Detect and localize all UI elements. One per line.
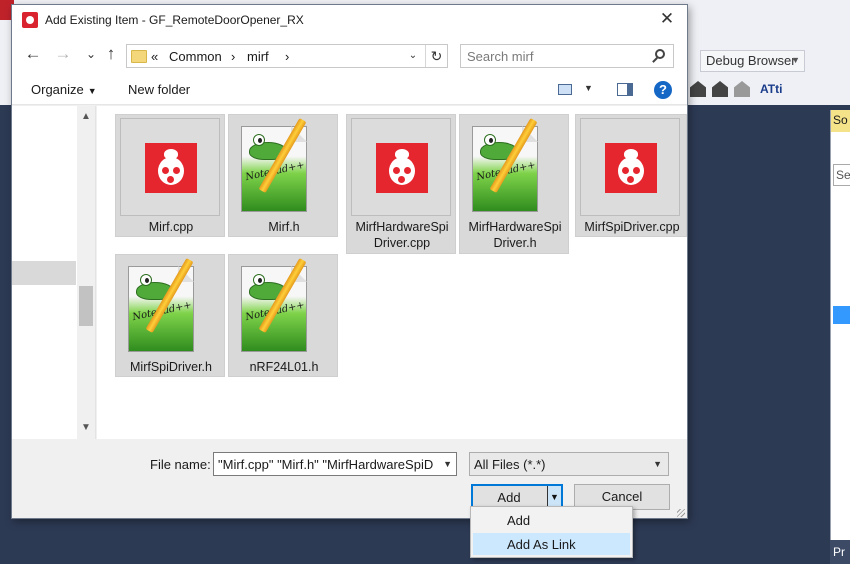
solution-explorer-search[interactable]: Se xyxy=(833,164,850,186)
notepad-plus-plus-icon: Notepad++ xyxy=(233,258,333,356)
notepad-plus-plus-icon: Notepad++ xyxy=(233,118,333,216)
solution-explorer-panel: So Se xyxy=(830,110,850,540)
dialog-title: Add Existing Item - GF_RemoteDoorOpener_… xyxy=(45,13,304,27)
preview-pane-icon[interactable] xyxy=(617,83,633,96)
scroll-thumb[interactable] xyxy=(79,286,93,326)
ide-toolbar: Debug Browser ▼ ATti xyxy=(686,44,850,104)
recent-locations-button[interactable]: ⌄ xyxy=(82,45,100,63)
menu-item-add[interactable]: Add xyxy=(473,509,630,531)
atmel-studio-icon xyxy=(580,118,680,216)
file-item-mirf-cpp[interactable]: Mirf.cpp xyxy=(115,114,225,237)
file-list: Mirf.cpp Notepad++ Mirf.h MirfHardwareSp… xyxy=(97,106,687,439)
atmel-studio-icon xyxy=(22,12,38,28)
search-icon[interactable] xyxy=(655,49,665,59)
forward-button[interactable]: → xyxy=(54,45,72,63)
title-bar: Add Existing Item - GF_RemoteDoorOpener_… xyxy=(12,5,687,35)
chevron-down-icon[interactable]: ▼ xyxy=(584,83,593,93)
change-view-icon[interactable] xyxy=(558,84,572,95)
chevron-down-icon: ▼ xyxy=(791,55,800,65)
properties-tab[interactable]: Pr xyxy=(830,540,850,564)
chevron-down-icon[interactable]: ▼ xyxy=(443,459,452,469)
breadcrumb-common[interactable]: Common xyxy=(169,49,222,64)
menu-item-add-as-link[interactable]: Add As Link xyxy=(473,533,630,555)
debug-browser-label: Debug Browser xyxy=(706,53,796,68)
chevron-down-icon: ▼ xyxy=(87,86,97,96)
up-button[interactable]: ↑ xyxy=(102,45,120,63)
file-label-line2: Driver.h xyxy=(493,236,537,250)
refresh-button[interactable]: ↻ xyxy=(425,45,447,67)
file-item-mirfspidriver-cpp[interactable]: MirfSpiDriver.cpp xyxy=(575,114,687,237)
breadcrumb-separator[interactable]: › xyxy=(231,49,235,64)
atmel-studio-icon xyxy=(120,118,220,216)
file-label-line1: MirfHardwareSpi xyxy=(355,220,449,234)
file-label: Mirf.h xyxy=(268,220,300,234)
ide-toolbar-icons: ATti xyxy=(686,78,850,100)
search-box[interactable] xyxy=(460,44,674,68)
ladybug-logo xyxy=(145,143,197,193)
download-icon[interactable] xyxy=(712,81,728,97)
command-bar: Organize ▼ New folder ▼ ? xyxy=(12,75,687,105)
chip-icon[interactable] xyxy=(734,81,750,97)
back-button[interactable]: ← xyxy=(24,45,42,63)
breadcrumb-separator-end[interactable]: › xyxy=(285,49,289,64)
add-existing-item-dialog: Add Existing Item - GF_RemoteDoorOpener_… xyxy=(11,4,688,519)
search-input[interactable] xyxy=(467,48,647,64)
help-icon[interactable]: ? xyxy=(654,81,672,99)
file-item-nrf24l01-h[interactable]: Notepad++ nRF24L01.h xyxy=(228,254,338,377)
file-label-line1: MirfHardwareSpi xyxy=(468,220,562,234)
file-item-mirfhardwarespidriver-cpp[interactable]: MirfHardwareSpi Driver.cpp xyxy=(346,114,456,254)
file-item-mirfspidriver-h[interactable]: Notepad++ MirfSpiDriver.h xyxy=(115,254,225,377)
notepad-plus-plus-icon: Notepad++ xyxy=(120,258,220,356)
file-label-line2: Driver.cpp xyxy=(373,236,431,250)
chevron-down-icon: ▼ xyxy=(653,459,662,469)
navigation-bar: ← → ⌄ ↑ « Common › mirf › ⌄ ↻ xyxy=(12,35,687,75)
atmel-studio-icon xyxy=(351,118,451,216)
selected-nav-item[interactable] xyxy=(12,261,76,285)
solution-explorer-header: So xyxy=(831,110,850,132)
atti-toolbar-label[interactable]: ATti xyxy=(760,82,782,96)
organize-button[interactable]: Organize ▼ xyxy=(31,82,97,97)
address-bar[interactable]: « Common › mirf › ⌄ ↻ xyxy=(126,44,448,68)
file-name-value[interactable]: "Mirf.cpp" "Mirf.h" "MirfHardwareSpiD xyxy=(218,457,436,472)
chevron-down-icon[interactable]: ⌄ xyxy=(405,47,421,65)
nav-scrollbar[interactable]: ▲ ▼ xyxy=(77,106,95,439)
ladybug-logo xyxy=(605,143,657,193)
file-type-value: All Files (*.*) xyxy=(474,457,546,472)
new-folder-button[interactable]: New folder xyxy=(128,82,190,97)
file-label: Mirf.cpp xyxy=(148,220,194,234)
file-item-mirfhardwarespidriver-h[interactable]: Notepad++ MirfHardwareSpi Driver.h xyxy=(459,114,569,254)
close-button[interactable]: ✕ xyxy=(655,9,679,31)
scroll-down-icon[interactable]: ▼ xyxy=(77,419,95,437)
add-button[interactable]: Add xyxy=(473,490,545,505)
file-name-label: File name: xyxy=(150,457,211,472)
file-name-field[interactable]: "Mirf.cpp" "Mirf.h" "MirfHardwareSpiD ▼ xyxy=(213,452,457,476)
add-options-menu: Add Add As Link xyxy=(470,506,633,558)
navigation-pane[interactable]: ▲ ▼ xyxy=(12,106,96,439)
device-programming-icon[interactable] xyxy=(690,81,706,97)
breadcrumb-overflow[interactable]: « xyxy=(151,49,158,64)
ladybug-logo xyxy=(376,143,428,193)
file-label: MirfSpiDriver.cpp xyxy=(584,220,680,234)
resize-grip-icon[interactable] xyxy=(677,509,685,517)
file-label: nRF24L01.h xyxy=(249,360,319,374)
file-label: MirfSpiDriver.h xyxy=(130,360,212,374)
organize-label: Organize xyxy=(31,82,84,97)
file-item-mirf-h[interactable]: Notepad++ Mirf.h xyxy=(228,114,338,237)
folder-icon xyxy=(131,50,147,63)
file-type-select[interactable]: All Files (*.*) ▼ xyxy=(469,452,669,476)
breadcrumb-mirf[interactable]: mirf xyxy=(247,49,269,64)
selected-tree-item[interactable] xyxy=(833,306,850,324)
scroll-up-icon[interactable]: ▲ xyxy=(77,108,95,126)
notepad-plus-plus-icon: Notepad++ xyxy=(464,118,564,216)
debug-browser-combo[interactable]: Debug Browser ▼ xyxy=(700,50,805,72)
add-options-dropdown-icon[interactable]: ▼ xyxy=(547,486,561,508)
